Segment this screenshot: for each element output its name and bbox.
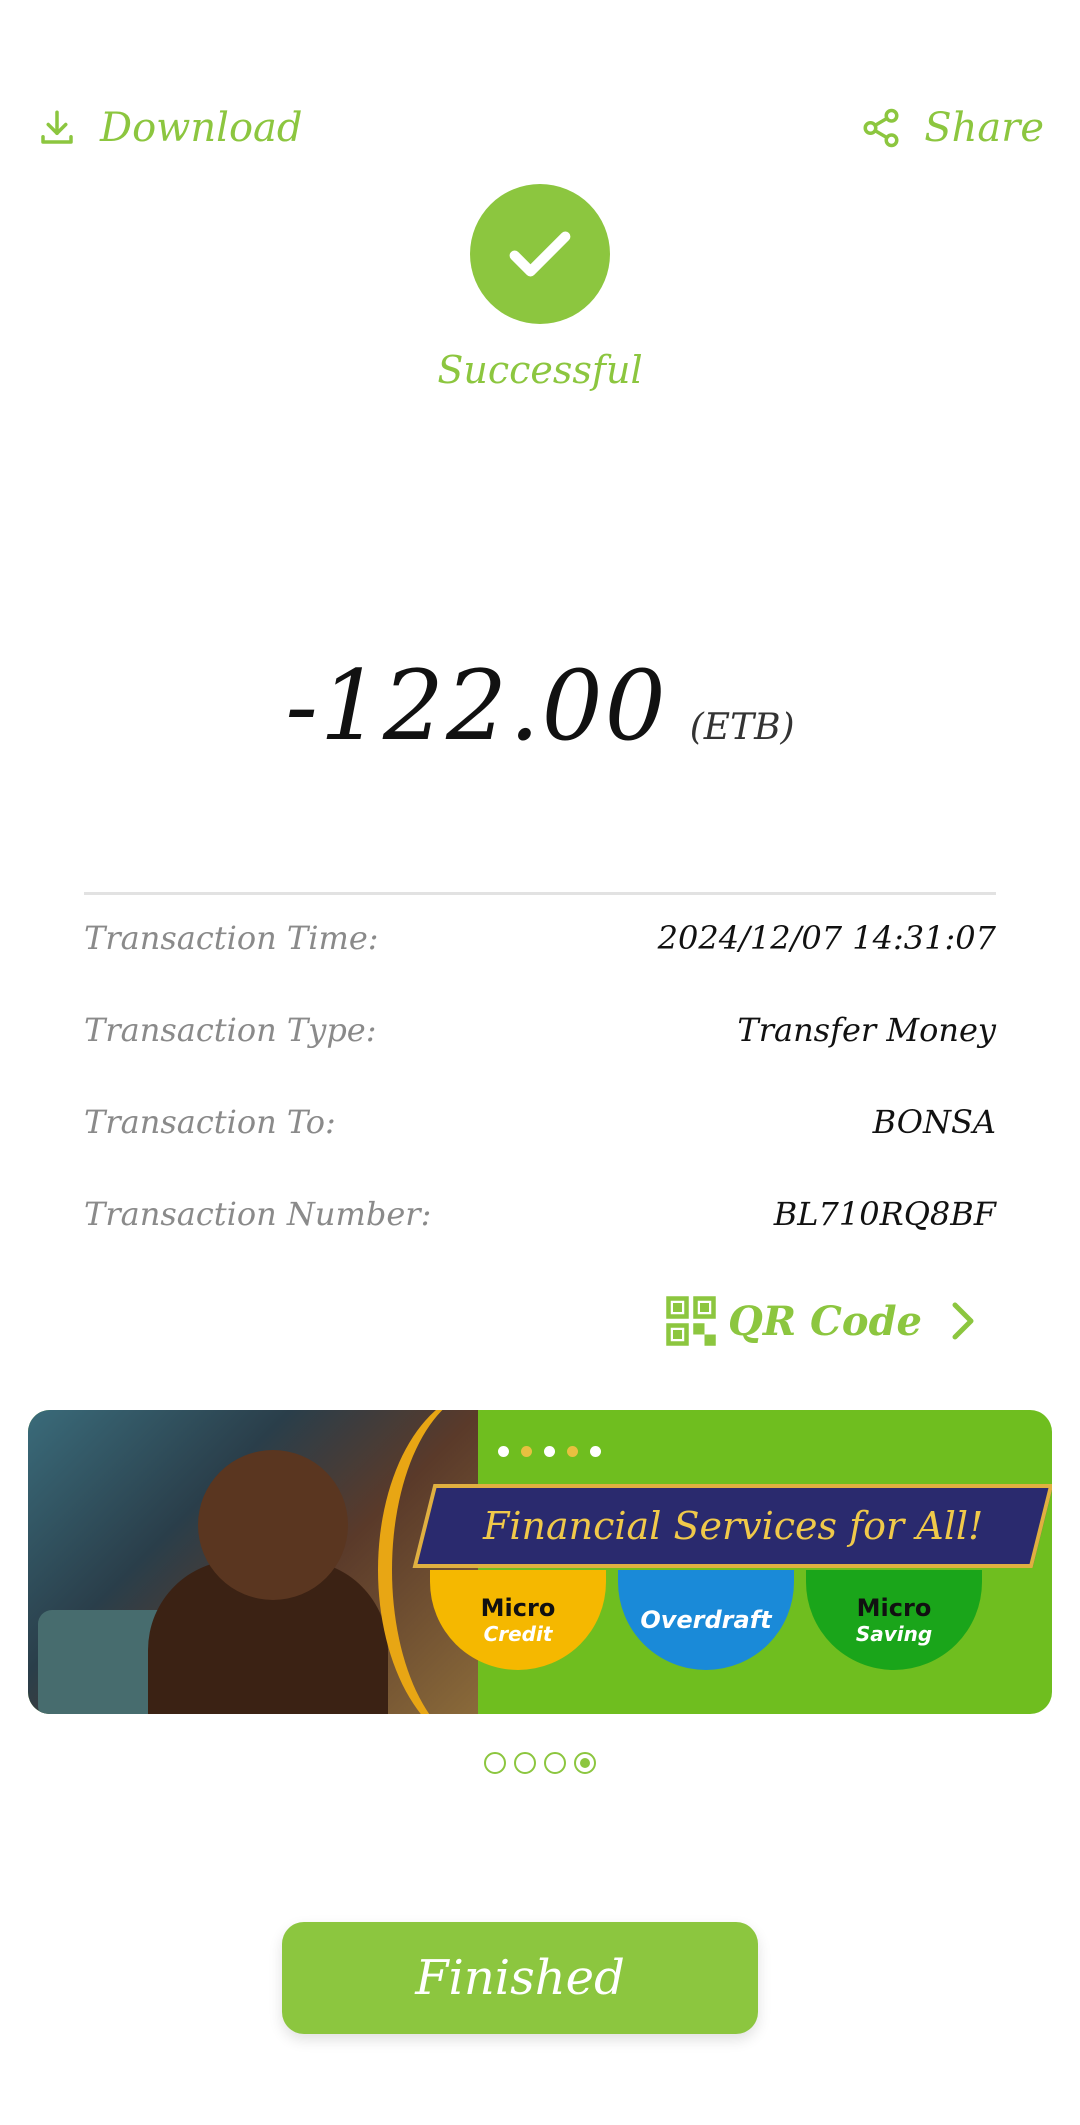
detail-label: Transaction Number: bbox=[84, 1195, 432, 1233]
chevron-right-icon bbox=[952, 1302, 974, 1340]
download-button[interactable]: Download bbox=[36, 100, 302, 156]
detail-row-time: Transaction Time: 2024/12/07 14:31:07 bbox=[84, 908, 996, 968]
download-label: Download bbox=[100, 105, 303, 151]
qr-code-link[interactable]: QR Code bbox=[664, 1290, 980, 1352]
qr-code-label: QR Code bbox=[728, 1297, 922, 1345]
banner-item-line2: Credit bbox=[483, 1622, 553, 1646]
detail-label: Transaction Time: bbox=[84, 919, 379, 957]
share-icon bbox=[863, 108, 899, 148]
checkmark-icon bbox=[509, 231, 571, 277]
banner-item-overdraft: Overdraft bbox=[618, 1570, 794, 1670]
detail-value: 2024/12/07 14:31:07 bbox=[657, 919, 996, 957]
banner-item-line1: Overdraft bbox=[640, 1606, 772, 1634]
banner-item-line2: Saving bbox=[855, 1622, 933, 1646]
detail-label: Transaction To: bbox=[84, 1103, 336, 1141]
detail-row-to: Transaction To: BONSA bbox=[84, 1092, 996, 1152]
detail-value: Transfer Money bbox=[737, 1011, 996, 1049]
banner-item-line1: Micro bbox=[856, 1594, 932, 1622]
success-badge bbox=[470, 184, 610, 324]
detail-row-number: Transaction Number: BL710RQ8BF bbox=[84, 1184, 996, 1244]
banner-decoration bbox=[498, 1446, 601, 1457]
pager-dot[interactable] bbox=[484, 1752, 506, 1774]
status-text: Successful bbox=[437, 348, 643, 392]
detail-label: Transaction Type: bbox=[84, 1011, 377, 1049]
banner-headline-ribbon: Financial Services for All! bbox=[412, 1484, 1052, 1568]
pager-dot[interactable] bbox=[544, 1752, 566, 1774]
share-button[interactable]: Share bbox=[860, 100, 1044, 156]
finished-button[interactable]: Finished bbox=[282, 1922, 758, 2034]
amount-currency: (ETB) bbox=[689, 707, 795, 748]
pager-dot[interactable] bbox=[514, 1752, 536, 1774]
banner-headline: Financial Services for All! bbox=[482, 1504, 984, 1548]
banner-item-micro-saving: Micro Saving bbox=[806, 1570, 982, 1670]
pager-dot-active[interactable] bbox=[574, 1752, 596, 1774]
banner-pager bbox=[0, 1752, 1080, 1774]
detail-value: BL710RQ8BF bbox=[773, 1195, 996, 1233]
top-bar: Download Share bbox=[0, 0, 1080, 180]
divider bbox=[84, 892, 996, 895]
detail-value: BONSA bbox=[872, 1103, 996, 1141]
qr-code-icon bbox=[666, 1296, 716, 1346]
detail-row-type: Transaction Type: Transfer Money bbox=[84, 1000, 996, 1060]
amount-value: -122.00 bbox=[285, 650, 668, 762]
download-icon bbox=[41, 110, 73, 144]
banner-item-line1: Micro bbox=[480, 1594, 556, 1622]
amount-row: -122.00 (ETB) bbox=[0, 650, 1080, 762]
share-label: Share bbox=[924, 105, 1044, 151]
promo-banner[interactable]: Financial Services for All! Micro Credit… bbox=[28, 1410, 1052, 1714]
